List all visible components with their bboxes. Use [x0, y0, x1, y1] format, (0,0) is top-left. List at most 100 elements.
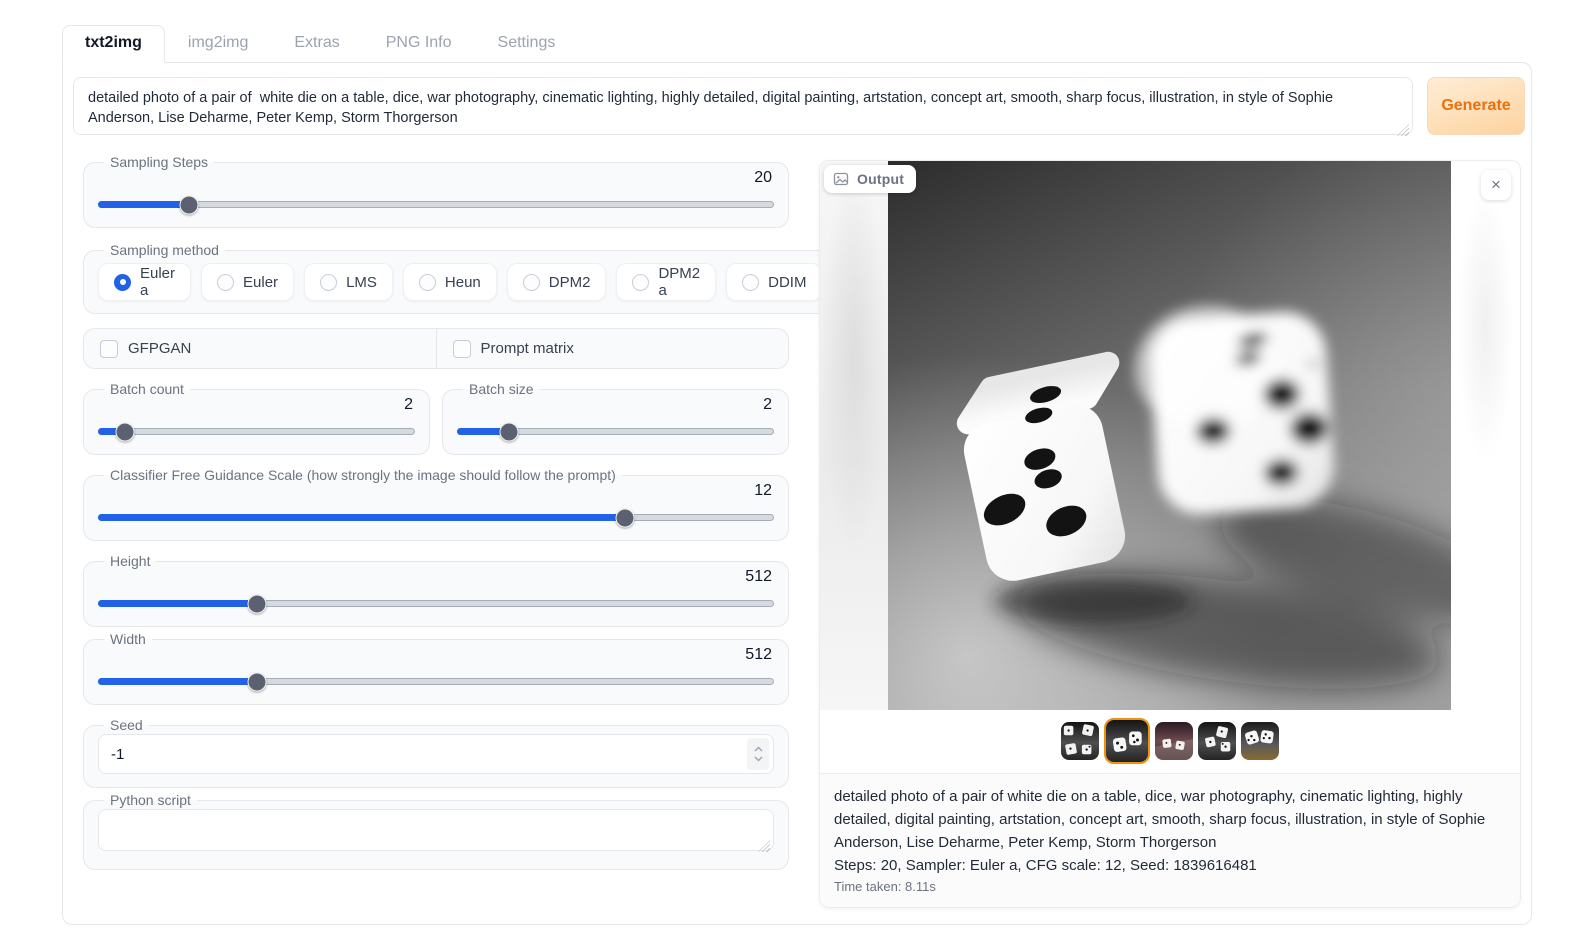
- cfg-scale-label: Classifier Free Guidance Scale (how stro…: [104, 467, 622, 483]
- chevron-up-icon[interactable]: [754, 746, 763, 752]
- generated-image[interactable]: [888, 161, 1451, 710]
- number-spinner[interactable]: [747, 738, 769, 770]
- sampling-steps-slider[interactable]: [98, 195, 774, 214]
- radio-label: DPM2 a: [658, 265, 700, 299]
- radio-label: LMS: [346, 274, 377, 291]
- prompt-matrix-label: Prompt matrix: [481, 340, 574, 357]
- toggles-panel: GFPGAN Prompt matrix: [83, 328, 789, 369]
- python-script-label: Python script: [104, 792, 197, 808]
- batch-size-slider[interactable]: [457, 422, 774, 441]
- checkbox-icon: [453, 340, 471, 358]
- gallery-thumb-1[interactable]: [1061, 722, 1099, 760]
- tab-txt2img[interactable]: txt2img: [62, 25, 165, 63]
- radio-dpm2-a[interactable]: DPM2 a: [616, 263, 716, 301]
- radio-euler[interactable]: Euler: [201, 263, 294, 301]
- txt2img-panel: detailed photo of a pair of white die on…: [62, 62, 1532, 925]
- gallery-thumb-5[interactable]: [1241, 722, 1279, 760]
- width-label: Width: [104, 631, 152, 647]
- radio-dpm2[interactable]: DPM2: [507, 263, 607, 301]
- slider-handle[interactable]: [180, 195, 199, 214]
- batch-count-group: Batch count 2: [83, 381, 430, 455]
- radio-ddim[interactable]: DDIM: [726, 263, 822, 301]
- close-icon[interactable]: ×: [1481, 170, 1511, 200]
- radio-icon: [632, 274, 649, 291]
- generate-button[interactable]: Generate: [1427, 77, 1525, 135]
- radio-label: DPM2: [549, 274, 591, 291]
- caption-prompt: detailed photo of a pair of white die on…: [834, 785, 1506, 854]
- batch-count-slider[interactable]: [98, 422, 415, 441]
- radio-label: DDIM: [768, 274, 806, 291]
- settings-column: Sampling Steps 20 Sampling method Euler …: [83, 154, 789, 882]
- slider-handle[interactable]: [115, 422, 134, 441]
- radio-icon: [742, 274, 759, 291]
- image-icon: [833, 171, 849, 187]
- tab-extras[interactable]: Extras: [271, 25, 362, 62]
- height-group: Height 512: [83, 553, 789, 627]
- gallery-thumbnails: [820, 710, 1520, 773]
- gallery-thumb-3[interactable]: [1155, 722, 1193, 760]
- gallery-thumb-4[interactable]: [1198, 722, 1236, 760]
- prompt-wrap: detailed photo of a pair of white die on…: [73, 77, 1413, 140]
- seed-box: [98, 734, 774, 774]
- sampling-steps-label: Sampling Steps: [104, 154, 214, 170]
- height-slider[interactable]: [98, 594, 774, 613]
- tab-img2img[interactable]: img2img: [165, 25, 271, 62]
- sampling-steps-value: 20: [98, 169, 772, 189]
- sampling-steps-group: Sampling Steps 20: [83, 154, 789, 228]
- batch-count-value: 2: [98, 396, 413, 416]
- radio-heun[interactable]: Heun: [403, 263, 497, 301]
- seed-group: Seed: [83, 717, 789, 788]
- batch-size-label: Batch size: [463, 381, 540, 397]
- gfpgan-label: GFPGAN: [128, 340, 191, 357]
- sampling-method-group: Sampling method Euler a Euler LMS: [83, 242, 946, 314]
- sampling-method-label: Sampling method: [104, 242, 225, 258]
- cfg-scale-value: 12: [98, 482, 772, 502]
- stage-right-edge: [1451, 161, 1520, 710]
- slider-handle[interactable]: [247, 594, 266, 613]
- radio-icon: [320, 274, 337, 291]
- script-wrap: [98, 809, 774, 856]
- output-header-label: Output: [857, 171, 904, 187]
- python-script-input[interactable]: [98, 809, 774, 851]
- stage-left-edge: [820, 161, 888, 710]
- seed-input[interactable]: [99, 746, 747, 763]
- chevron-down-icon[interactable]: [754, 756, 763, 762]
- radio-icon: [217, 274, 234, 291]
- radio-lms[interactable]: LMS: [304, 263, 393, 301]
- radio-label: Euler a: [140, 265, 175, 299]
- slider-handle[interactable]: [247, 672, 266, 691]
- cfg-scale-slider[interactable]: [98, 508, 774, 527]
- output-panel: Output ×: [819, 160, 1521, 908]
- batch-count-label: Batch count: [104, 381, 190, 397]
- width-slider[interactable]: [98, 672, 774, 691]
- height-label: Height: [104, 553, 156, 569]
- width-value: 512: [98, 646, 772, 666]
- checkbox-icon: [100, 340, 118, 358]
- prompt-row: detailed photo of a pair of white die on…: [73, 77, 1525, 140]
- image-stage: [820, 161, 1520, 710]
- radio-icon: [419, 274, 436, 291]
- slider-handle[interactable]: [616, 508, 635, 527]
- generation-info: detailed photo of a pair of white die on…: [820, 773, 1520, 907]
- width-group: Width 512: [83, 631, 789, 705]
- tab-settings[interactable]: Settings: [475, 25, 579, 62]
- radio-selected-icon: [114, 274, 131, 291]
- python-script-group: Python script: [83, 792, 789, 870]
- slider-handle[interactable]: [500, 422, 519, 441]
- sampling-method-options: Euler a Euler LMS Heun: [98, 263, 931, 301]
- main-row: Sampling Steps 20 Sampling method Euler …: [73, 154, 1525, 908]
- batch-size-value: 2: [457, 396, 772, 416]
- height-value: 512: [98, 568, 772, 588]
- radio-label: Euler: [243, 274, 278, 291]
- app-root: txt2img img2img Extras PNG Info Settings…: [62, 25, 1532, 925]
- output-column: Output ×: [819, 160, 1521, 908]
- prompt-input[interactable]: detailed photo of a pair of white die on…: [73, 77, 1413, 135]
- gfpgan-checkbox[interactable]: GFPGAN: [84, 329, 436, 368]
- batch-size-group: Batch size 2: [442, 381, 789, 455]
- tab-bar: txt2img img2img Extras PNG Info Settings: [62, 25, 1532, 62]
- tab-png-info[interactable]: PNG Info: [363, 25, 475, 62]
- gallery-thumb-2-selected[interactable]: [1104, 718, 1150, 764]
- radio-icon: [523, 274, 540, 291]
- prompt-matrix-checkbox[interactable]: Prompt matrix: [436, 329, 789, 368]
- radio-euler-a[interactable]: Euler a: [98, 263, 191, 301]
